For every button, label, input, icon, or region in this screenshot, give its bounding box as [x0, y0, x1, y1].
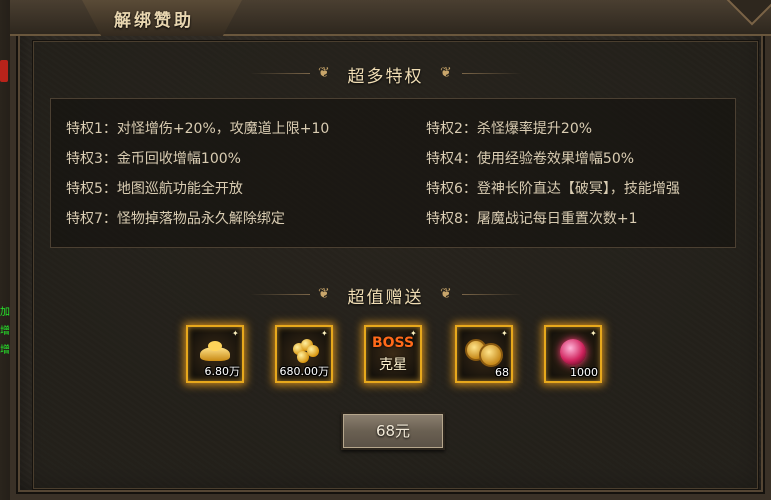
- gift-slot-bronze-coins[interactable]: ✦ 68: [455, 325, 513, 383]
- scroll-ornament-icon: ❦: [440, 65, 452, 81]
- item-quantity: 68: [495, 366, 509, 379]
- gift-slot-red-gem[interactable]: ✦ 1000: [544, 325, 602, 383]
- gift-slot-gold-coins[interactable]: ✦ 680.00万: [275, 325, 333, 383]
- privilege-item: 特权1：对怪增伤+20%，攻魔道上限+10: [66, 121, 330, 137]
- privilege-item: 特权4：使用经验卷效果增幅50%: [426, 151, 635, 167]
- scroll-ornament-icon: ❦: [440, 286, 452, 302]
- gifts-heading: ❦ 超值赠送 ❦: [0, 283, 771, 308]
- purchase-button[interactable]: 68元: [341, 412, 445, 450]
- privilege-item: 特权8：屠魔战记每日重置次数+1: [426, 211, 638, 227]
- item-quantity: 1000: [570, 366, 598, 379]
- privilege-item: 特权2：杀怪爆率提升20%: [426, 121, 593, 137]
- privileges-title: 超多特权: [347, 67, 424, 87]
- window-title: 解绑赞助: [114, 11, 194, 31]
- gifts-title: 超值赠送: [347, 288, 424, 308]
- gift-slot-gold-ingot[interactable]: ✦ 6.80万: [186, 325, 244, 383]
- privilege-item: 特权3：金币回收增幅100%: [66, 151, 241, 167]
- privilege-item: 特权6：登神长阶直达【破冥】，技能增强: [426, 181, 680, 197]
- red-gem-icon: [560, 339, 586, 365]
- privilege-item: 特权5：地图巡航功能全开放: [66, 181, 243, 197]
- boss-nemesis-label: 克星: [379, 357, 407, 373]
- gift-slot-boss-nemesis[interactable]: BOSS 克星 ✦: [364, 325, 422, 383]
- scroll-ornament-icon: ❦: [318, 286, 330, 302]
- scroll-ornament-icon: ❦: [318, 65, 330, 81]
- item-quantity: 6.80万: [204, 365, 241, 378]
- privileges-heading: ❦ 超多特权 ❦: [0, 62, 771, 87]
- item-quantity: 680.00万: [279, 365, 330, 378]
- privilege-item: 特权7：怪物掉落物品永久解除绑定: [66, 211, 285, 227]
